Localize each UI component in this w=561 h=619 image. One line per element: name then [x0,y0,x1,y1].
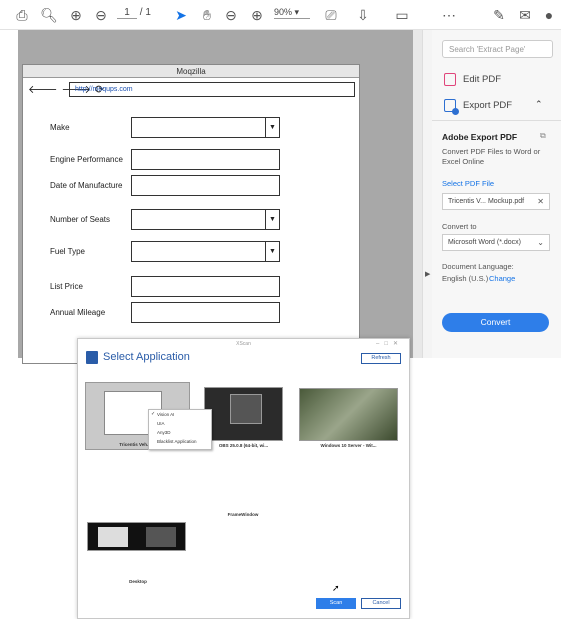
annual-mileage-field[interactable] [131,302,280,323]
document-language-label: Document Language: [442,262,514,271]
zoom-search-icon[interactable]: 🔍︎ [40,6,58,24]
convert-button[interactable]: Convert [442,313,549,332]
zoom-out-icon[interactable]: ⊖ [222,6,240,24]
zoom-level-value: 90% [274,7,293,17]
document-language-value: English (U.S.) [442,274,489,283]
number-of-seats-select[interactable]: ▼ [131,209,280,230]
panel-toggle-strip[interactable]: ▶ [422,30,432,358]
tools-search-input[interactable]: Search 'Extract Page' [442,40,553,58]
annual-mileage-label: Annual Mileage [50,308,106,317]
dropdown-arrow-icon[interactable]: ▼ [265,210,279,229]
comment-icon[interactable]: ▭ [393,6,411,24]
export-pdf-label: Export PDF [463,100,513,111]
page-up-icon[interactable]: ⊕ [67,6,85,24]
back-arrow-icon[interactable]: 🡐 [28,82,58,96]
page-indicator: 1 / 1 [117,7,151,19]
export-pdf-icon [444,99,459,115]
list-price-field[interactable] [131,276,280,297]
thumbnail-label[interactable]: FrameWindow [218,512,268,517]
make-select[interactable]: ▼ [131,117,280,138]
app-thumbnail-desktop[interactable] [87,522,186,551]
document-scrollbar[interactable] [413,30,422,358]
context-menu-item[interactable]: UIA [149,419,211,428]
export-heading: Adobe Export PDF [442,132,518,142]
thumbnail-label: Desktop [129,579,147,584]
thumbnail-preview [230,394,262,424]
zoom-in-icon[interactable]: ⊕ [248,6,266,24]
dropdown-arrow-icon[interactable]: ▼ [265,118,279,137]
zoom-level-select[interactable]: 90% ▾ [274,7,310,19]
user-icon[interactable]: ● [540,6,558,24]
edit-pdf-icon [444,73,456,86]
mockup-url-field[interactable]: http://moqups.com [69,82,355,97]
mail-icon[interactable]: ✉ [516,6,534,24]
select-application-dialog: XScan –□✕ Select Application Refresh Tri… [77,338,410,619]
remove-file-icon[interactable]: ✕ [537,197,544,206]
divider [432,120,561,121]
select-arrow-icon[interactable]: ➤ [172,6,190,24]
collapse-chevron-icon[interactable]: ⌃ [535,99,543,110]
scan-button[interactable]: Scan [316,598,356,609]
chevron-down-icon: ⌄ [537,238,544,247]
tools-panel: Search 'Extract Page' Edit PDF Export PD… [432,30,561,358]
edit-pdf-label: Edit PDF [463,74,502,85]
thumbnail-label: OBS 25.0.8 (64-bit, wi... [218,443,269,448]
print-icon[interactable]: ⎙ [13,6,31,24]
refresh-button[interactable]: Refresh [361,353,401,364]
date-of-manufacture-field[interactable] [131,175,280,196]
fuel-type-label: Fuel Type [50,247,85,256]
page-down-icon[interactable]: ⊖ [92,6,110,24]
engine-performance-field[interactable] [131,149,280,170]
page-total: / 1 [139,7,151,18]
dialog-title: Select Application [103,351,190,363]
thumbnail-preview [98,527,128,547]
fit-page-icon[interactable]: ⎚ [322,6,340,24]
thumbnail-context-menu: Vision AI UIA Any3D Blacklist Applicatio… [148,409,212,450]
scroll-mode-icon[interactable]: ⇩ [354,6,372,24]
export-description: Convert PDF Files to Word or Excel Onlin… [442,147,541,166]
link-icon[interactable]: ⧉ [540,131,546,141]
list-price-label: List Price [50,282,83,291]
window-controls[interactable]: –□✕ [376,340,403,347]
hand-tool-icon[interactable]: ✋︎ [198,6,216,24]
context-menu-item[interactable]: Vision AI [149,410,211,419]
date-of-manufacture-label: Date of Manufacture [50,181,123,190]
change-language-link[interactable]: Change [489,274,515,283]
convert-to-select[interactable]: Microsoft Word (*.docx) ⌄ [442,234,550,251]
export-pdf-tool[interactable]: Export PDF [444,99,513,115]
selected-file-name: Tricentis V... Mockup.pdf [448,198,525,205]
context-menu-item[interactable]: Blacklist Application [149,437,211,446]
dialog-window-title: XScan [236,341,251,347]
thumbnail-label: Windows 10 Server - Wit... [320,443,377,448]
expand-panel-icon[interactable]: ▶ [425,270,430,278]
engine-performance-label: Engine Performance [50,155,123,164]
mockup-window: Moqzilla 🡐 🡒 ⟳ http://moqups.com Make ▼ … [22,64,360,364]
convert-to-value: Microsoft Word (*.docx) [448,239,521,246]
more-icon[interactable]: ⋯ [440,6,458,24]
cancel-button[interactable]: Cancel [361,598,401,609]
application-icon [86,351,98,364]
context-menu-item[interactable]: Any3D [149,428,211,437]
mockup-window-title: Moqzilla [23,65,359,78]
thumbnail-preview [146,527,176,547]
edit-pdf-tool[interactable]: Edit PDF [444,73,501,86]
select-pdf-file-link[interactable]: Select PDF File [442,179,494,188]
selected-file-field: Tricentis V... Mockup.pdf ✕ [442,193,550,210]
fuel-type-select[interactable]: ▼ [131,241,280,262]
sign-icon[interactable]: ✎ [490,6,508,24]
make-label: Make [50,123,70,132]
page-number-input[interactable]: 1 [117,7,137,19]
mouse-cursor-icon: ➚ [332,583,340,593]
dropdown-arrow-icon[interactable]: ▼ [265,242,279,261]
app-thumbnail-windows-server[interactable] [299,388,398,441]
top-toolbar: ⎙ 🔍︎ ⊕ ⊖ 1 / 1 ➤ ✋︎ ⊖ ⊕ 90% ▾ ⎚ ⇩ ▭ ⋯ ✎ … [0,0,561,30]
convert-to-label: Convert to [442,222,477,231]
app-thumbnail-obs[interactable] [204,387,283,441]
number-of-seats-label: Number of Seats [50,215,111,224]
